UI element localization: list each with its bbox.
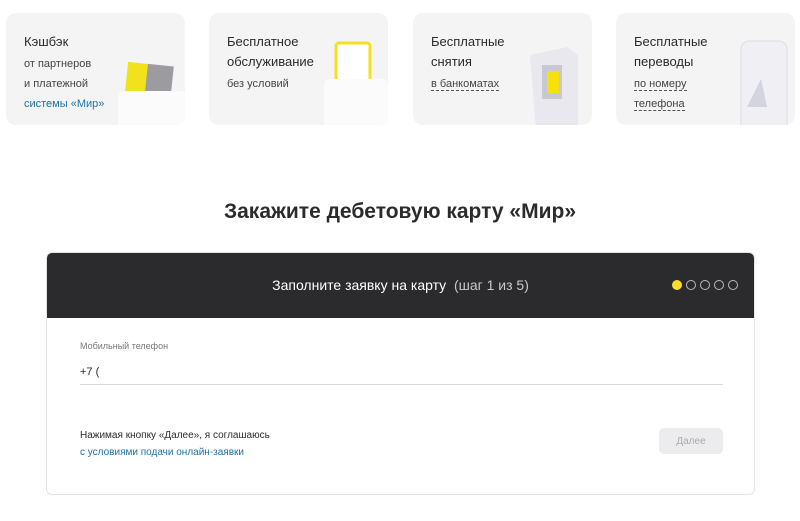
phone-illustration-icon [740,40,788,125]
step-dot-active [672,280,682,290]
terms-link[interactable]: с условиями подачи онлайн-заявки [80,447,244,458]
feature-card-cashback: Кэшбэк от партнеров и платежной системы … [6,13,185,125]
feature-card-free-transfers: Бесплатные переводы по номеру телефона [616,13,795,125]
page-title: Закажите дебетовую карту «Мир» [223,200,577,223]
step-dot [700,280,710,290]
phone-label: Мобильный телефон [80,341,169,351]
application-form: Заполните заявку на карту (шаг 1 из 5) М… [46,252,755,495]
step-dot [686,280,696,290]
feature-link[interactable]: в банкоматах [431,74,541,94]
feature-card-free-withdrawals: Бесплатные снятия в банкоматах [413,13,592,125]
wallet-illustration-icon [324,41,388,125]
feature-link[interactable]: телефона [634,94,744,114]
feature-link[interactable]: по номеру [634,74,744,94]
feature-title: Бесплатные переводы [634,34,708,69]
step-dot [714,280,724,290]
step-indicator: (шаг 1 из 5) [453,277,529,293]
card-illustration-icon [118,61,185,125]
next-button[interactable]: Далее [659,428,723,454]
phone-input[interactable] [80,359,723,385]
feature-text: без условий [227,78,289,90]
step-progress [672,280,738,290]
step-dot [728,280,738,290]
atm-illustration-icon [530,47,578,125]
feature-card-free-service: Бесплатное обслуживание без условий [209,13,388,125]
feature-title: Бесплатные снятия [431,34,505,69]
form-header: Заполните заявку на карту (шаг 1 из 5) [47,253,754,318]
agreement-text: Нажимая кнопку «Далее», я соглашаюсь с у… [80,430,270,458]
form-title: Заполните заявку на карту (шаг 1 из 5) [272,277,529,293]
